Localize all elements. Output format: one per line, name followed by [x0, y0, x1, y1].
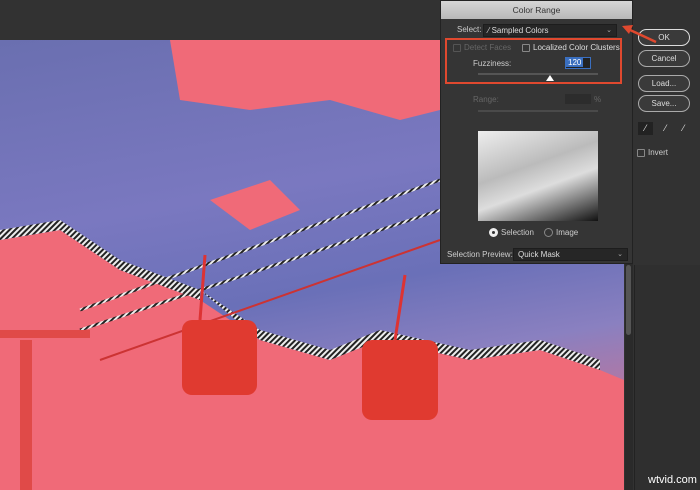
selection-radio-label: Selection: [501, 228, 534, 237]
selection-radio[interactable]: [489, 228, 498, 237]
invert-label: Invert: [648, 148, 669, 157]
range-unit: %: [594, 95, 602, 104]
range-slider[interactable]: [478, 110, 598, 112]
chevron-down-icon: ⌄: [606, 27, 612, 34]
range-input[interactable]: [565, 94, 591, 104]
select-label: Select:: [457, 25, 482, 34]
eyedropper-icon[interactable]: ⁄: [638, 122, 653, 135]
load-button[interactable]: Load...: [638, 75, 690, 92]
watermark: wtvid.com: [648, 474, 697, 486]
selection-preview-label: Selection Preview:: [447, 250, 513, 259]
image-radio-label: Image: [556, 228, 579, 237]
range-label: Range:: [473, 95, 499, 104]
invert-checkbox[interactable]: [637, 149, 645, 157]
save-button[interactable]: Save...: [638, 95, 690, 112]
select-dropdown[interactable]: ⁄ Sampled Colors ⌄: [483, 24, 617, 37]
chevron-down-icon: ⌄: [617, 251, 623, 258]
image-radio[interactable]: [544, 228, 553, 237]
selection-preview-thumbnail: [478, 131, 598, 221]
scrollbar-thumb[interactable]: [626, 265, 631, 335]
eyedropper-minus-icon[interactable]: ⁄: [676, 122, 691, 135]
eyedropper-plus-icon[interactable]: ⁄: [658, 122, 673, 135]
gondola-right: [362, 340, 438, 420]
highlight-box: [445, 38, 622, 84]
cancel-button[interactable]: Cancel: [638, 50, 690, 67]
selection-preview-dropdown[interactable]: Quick Mask ⌄: [513, 248, 628, 261]
selection-preview-value: Quick Mask: [518, 250, 560, 259]
eyedropper-icon: ⁄: [488, 26, 490, 35]
vertical-scrollbar[interactable]: [625, 260, 633, 490]
gondola-left: [182, 320, 257, 395]
dialog-title: Color Range: [441, 1, 632, 19]
red-arrow-annotation: [622, 25, 657, 44]
select-value: Sampled Colors: [491, 26, 549, 35]
right-panel: [634, 265, 700, 490]
